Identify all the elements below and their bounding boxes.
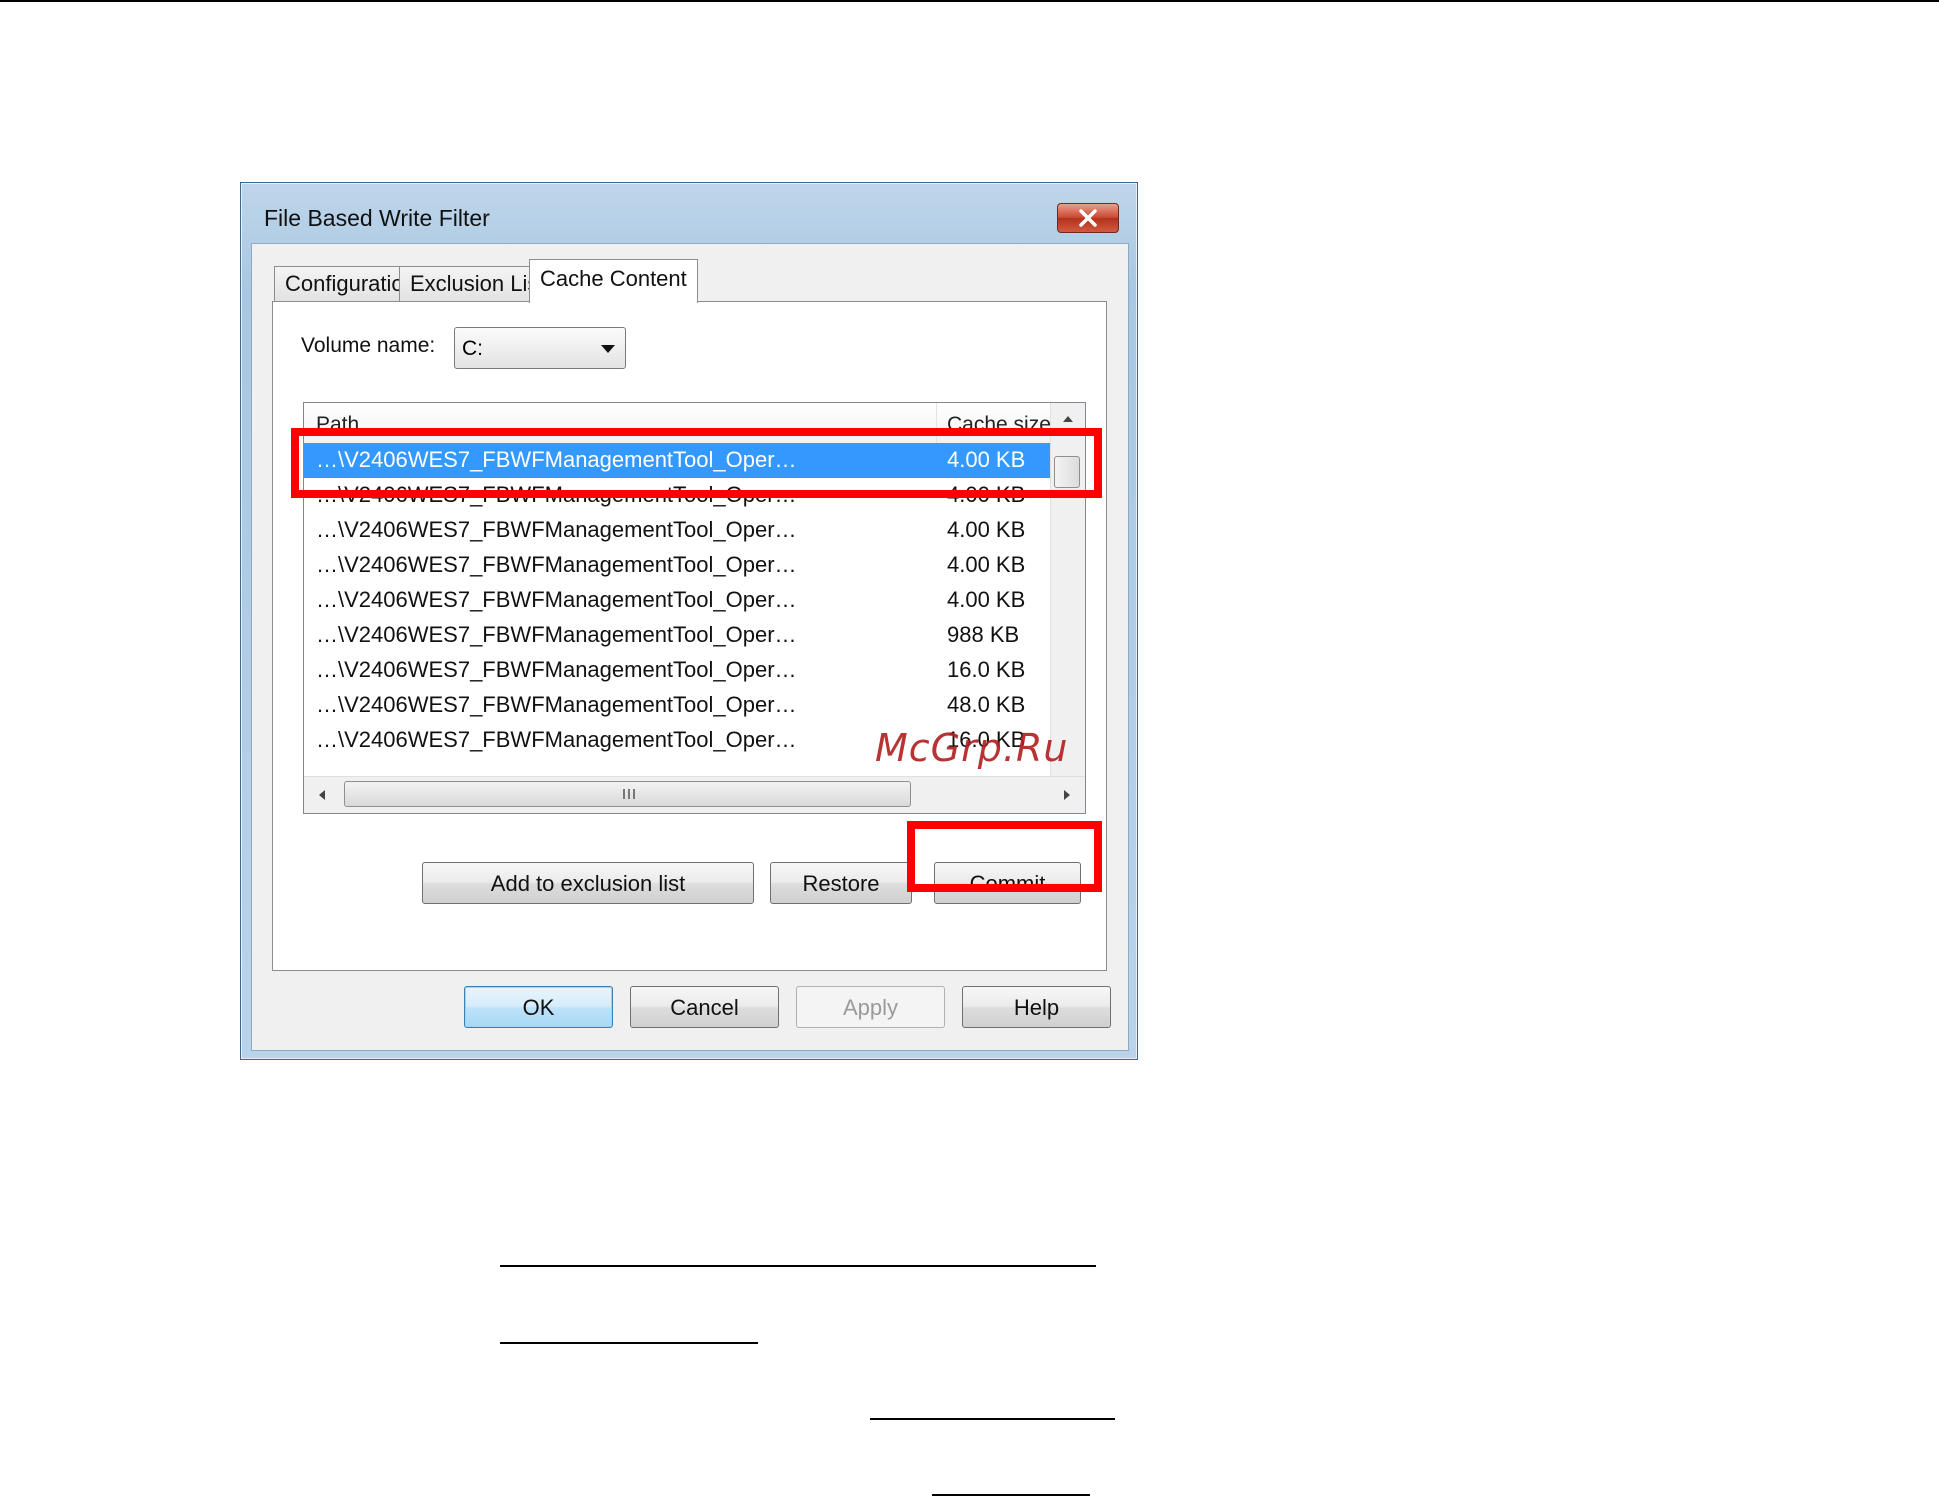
row-path: …\V2406WES7_FBWFManagementTool_Oper… [316, 727, 797, 752]
column-header-path[interactable]: Path [316, 413, 359, 437]
column-header-cache-size[interactable]: Cache size [947, 413, 1051, 437]
volume-name-value: C: [462, 337, 483, 360]
commit-button[interactable]: Commit [934, 862, 1081, 904]
watermark-text: McGrp.Ru [875, 726, 1069, 770]
row-cache-size: 4.00 KB [947, 587, 1026, 612]
row-cache-size: 48.0 KB [947, 692, 1026, 717]
blank-line [500, 1342, 758, 1344]
table-row[interactable]: …\V2406WES7_FBWFManagementTool_Oper… 4.00… [304, 478, 1052, 513]
blank-line [932, 1494, 1090, 1496]
chevron-down-icon [601, 345, 615, 353]
scroll-left-arrow-icon[interactable] [318, 789, 326, 801]
row-path: …\V2406WES7_FBWFManagementTool_Oper… [316, 552, 797, 577]
column-separator[interactable] [936, 403, 937, 443]
grip-icon [623, 789, 635, 799]
table-row[interactable]: …\V2406WES7_FBWFManagementTool_Oper… 4.00… [304, 583, 1052, 618]
add-to-exclusion-list-button[interactable]: Add to exclusion list [422, 862, 754, 904]
list-rows: …\V2406WES7_FBWFManagementTool_Oper… 4.00… [304, 443, 1052, 758]
row-cache-size: 988 KB [947, 622, 1020, 647]
help-button[interactable]: Help [962, 986, 1111, 1028]
horizontal-scrollbar[interactable] [304, 776, 1085, 813]
table-row[interactable]: …\V2406WES7_FBWFManagementTool_Oper… 16.0… [304, 653, 1052, 688]
scroll-up-arrow-icon[interactable] [1062, 415, 1074, 423]
row-cache-size: 16.0 KB [947, 657, 1026, 682]
restore-button[interactable]: Restore [770, 862, 912, 904]
row-path: …\V2406WES7_FBWFManagementTool_Oper… [316, 692, 797, 717]
vertical-scroll-thumb[interactable] [1054, 456, 1080, 488]
cache-content-panel: Volume name: C: Path Cache size …\V2406W… [272, 301, 1107, 971]
row-cache-size: 4.00 KB [947, 482, 1026, 507]
table-row[interactable]: …\V2406WES7_FBWFManagementTool_Oper… 988 … [304, 618, 1052, 653]
ok-button[interactable]: OK [464, 986, 613, 1028]
dialog-title: File Based Write Filter [264, 205, 490, 231]
blank-line [870, 1418, 1115, 1420]
table-row[interactable]: …\V2406WES7_FBWFManagementTool_Oper… 48.0… [304, 688, 1052, 723]
close-button[interactable] [1057, 203, 1119, 233]
volume-name-label: Volume name: [301, 334, 436, 357]
row-path: …\V2406WES7_FBWFManagementTool_Oper… [316, 587, 797, 612]
volume-name-select[interactable]: C: [454, 327, 626, 369]
tab-label: Configuration [285, 271, 416, 296]
scroll-right-arrow-icon[interactable] [1063, 789, 1071, 801]
row-cache-size: 4.00 KB [947, 517, 1026, 542]
list-header: Path Cache size [304, 403, 1052, 444]
blank-line [500, 1265, 1096, 1267]
dialog-client-area: Configuration Exclusion List Cache Conte… [251, 243, 1129, 1051]
title-bar[interactable]: File Based Write Filter [241, 183, 1137, 243]
row-path: …\V2406WES7_FBWFManagementTool_Oper… [316, 447, 797, 472]
close-icon [1079, 209, 1097, 227]
apply-button[interactable]: Apply [796, 986, 945, 1028]
tab-label: Cache Content [540, 266, 687, 291]
row-path: …\V2406WES7_FBWFManagementTool_Oper… [316, 622, 797, 647]
row-path: …\V2406WES7_FBWFManagementTool_Oper… [316, 657, 797, 682]
vertical-scrollbar[interactable] [1050, 403, 1085, 779]
row-cache-size: 4.00 KB [947, 447, 1026, 472]
row-path: …\V2406WES7_FBWFManagementTool_Oper… [316, 517, 797, 542]
fbwf-dialog: File Based Write Filter Configuration Ex… [240, 182, 1138, 1060]
tab-cache-content[interactable]: Cache Content [529, 259, 698, 303]
tab-label: Exclusion List [410, 271, 545, 296]
table-row[interactable]: …\V2406WES7_FBWFManagementTool_Oper… 4.00… [304, 443, 1052, 478]
table-row[interactable]: …\V2406WES7_FBWFManagementTool_Oper… 4.00… [304, 513, 1052, 548]
table-row[interactable]: …\V2406WES7_FBWFManagementTool_Oper… 4.00… [304, 548, 1052, 583]
horizontal-scroll-thumb[interactable] [344, 781, 911, 807]
row-cache-size: 4.00 KB [947, 552, 1026, 577]
row-path: …\V2406WES7_FBWFManagementTool_Oper… [316, 482, 797, 507]
cancel-button[interactable]: Cancel [630, 986, 779, 1028]
top-rule [0, 0, 1939, 2]
